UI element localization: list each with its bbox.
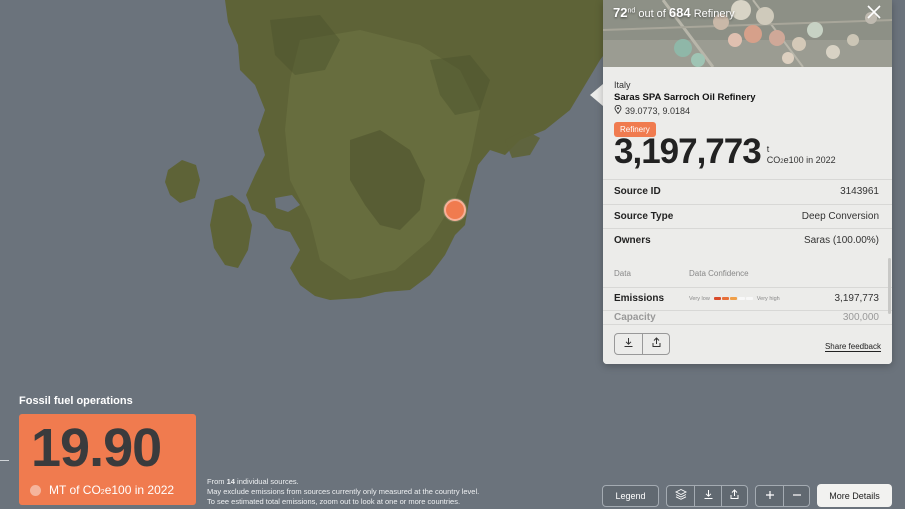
unit-co2: CO xyxy=(766,154,781,165)
map-download-button[interactable] xyxy=(694,486,721,506)
emissions-summary: 3,197,773 t CO2e100 in 2022 xyxy=(614,134,836,169)
zoom-out-button[interactable] xyxy=(783,486,809,506)
emissions-unit: t CO2e100 in 2022 xyxy=(767,144,836,166)
panel-actions: Share feedback xyxy=(603,324,892,364)
summary-legend-dot xyxy=(30,485,41,496)
confidence-low-label: Very low xyxy=(689,295,710,302)
data-key: Emissions xyxy=(614,293,665,304)
facility-header: Italy Saras SPA Sarroch Oil Refinery 39.… xyxy=(614,80,882,137)
location-pin-icon xyxy=(614,104,622,116)
panel-pointer xyxy=(590,84,603,106)
data-key: Capacity xyxy=(614,312,656,323)
info-value: Deep Conversion xyxy=(801,210,879,222)
summary-value: 19.90 xyxy=(31,418,162,478)
facility-detail-panel: 72nd out of 684 Refinery Italy Saras SPA… xyxy=(603,0,892,364)
minus-icon xyxy=(792,487,802,505)
summary-unit: MT of CO2e100 in 2022 xyxy=(49,483,174,497)
summary-unit-b: e100 in 2022 xyxy=(104,483,175,497)
zoom-in-button[interactable] xyxy=(756,486,783,506)
source-count: 14 xyxy=(226,477,235,486)
rank-label: 72nd out of 684 Refinery xyxy=(613,5,735,20)
facility-country: Italy xyxy=(614,80,631,90)
layers-icon xyxy=(674,487,687,505)
rank-total: 684 xyxy=(668,5,691,20)
zoom-controls xyxy=(755,485,810,507)
facility-name: Saras SPA Sarroch Oil Refinery xyxy=(614,92,756,103)
summary-title: Fossil fuel operations xyxy=(19,395,133,407)
info-key: Owners xyxy=(614,235,651,247)
unit-tonnes: t xyxy=(766,144,770,154)
data-row-emissions: Emissions Very low Very high 3,197,773 xyxy=(603,287,892,309)
confidence-column-header: Data Confidence xyxy=(689,269,749,278)
data-table-header: Data Data Confidence xyxy=(614,269,749,278)
info-row-source-type: Source Type Deep Conversion xyxy=(603,203,892,229)
info-key: Source Type xyxy=(614,210,674,222)
facility-satellite-image: 72nd out of 684 Refinery xyxy=(603,0,892,67)
confidence-meter: Very low Very high xyxy=(689,296,835,302)
download-button[interactable] xyxy=(615,334,642,354)
info-key: Source ID xyxy=(614,186,661,198)
share-feedback-link[interactable]: Share feedback xyxy=(824,342,881,352)
data-column-header: Data xyxy=(614,269,631,278)
sources-note: From 14 individual sources. May exclude … xyxy=(207,477,479,507)
download-icon xyxy=(703,487,714,505)
info-row-owners: Owners Saras (100.00%) xyxy=(603,228,892,253)
info-value: Saras (100.00%) xyxy=(803,235,879,247)
data-value: 300,000 xyxy=(842,312,879,323)
info-value: 3143961 xyxy=(840,186,879,198)
note-line-3: To see estimated total emissions, zoom o… xyxy=(207,497,461,507)
data-row-partial: Capacity 300,000 xyxy=(603,310,892,324)
download-icon xyxy=(623,335,634,353)
confidence-high-label: Very high xyxy=(756,295,780,302)
map-share-button[interactable] xyxy=(721,486,747,506)
data-value: 3,197,773 xyxy=(834,293,880,304)
share-button[interactable] xyxy=(642,334,669,354)
note-text: individual sources. xyxy=(234,477,299,486)
summary-card: 19.90 MT of CO2e100 in 2022 xyxy=(19,414,196,505)
facility-info-table: Source ID 3143961 Source Type Deep Conve… xyxy=(603,179,892,253)
panel-scrollbar[interactable] xyxy=(888,258,891,314)
scale-tick xyxy=(0,460,9,461)
panel-action-group xyxy=(614,333,670,355)
rank-mid: out of xyxy=(638,8,666,20)
note-text: From xyxy=(207,477,227,486)
rank-type: Refinery xyxy=(693,8,735,20)
summary-unit-a: MT of CO xyxy=(49,483,101,497)
emissions-total: 3,197,773 xyxy=(614,132,762,171)
legend-button[interactable]: Legend xyxy=(602,485,659,507)
facility-marker[interactable] xyxy=(444,199,466,221)
map-tools-group xyxy=(666,485,748,507)
layers-button[interactable] xyxy=(667,486,694,506)
facility-coordinates: 39.0773, 9.0184 xyxy=(614,104,882,116)
coordinates-text: 39.0773, 9.0184 xyxy=(625,105,691,116)
unit-rest: e100 in 2022 xyxy=(783,154,836,165)
confidence-bar xyxy=(713,297,753,300)
info-row-source-id: Source ID 3143961 xyxy=(603,179,892,204)
share-icon xyxy=(729,487,740,505)
close-icon[interactable] xyxy=(865,3,883,21)
more-details-button[interactable]: More Details xyxy=(817,484,892,507)
plus-icon xyxy=(765,487,775,505)
share-icon xyxy=(651,335,662,353)
rank-number: 72 xyxy=(613,5,628,20)
rank-suffix: nd xyxy=(627,7,636,15)
note-line-2: May exclude emissions from sources curre… xyxy=(207,487,480,497)
